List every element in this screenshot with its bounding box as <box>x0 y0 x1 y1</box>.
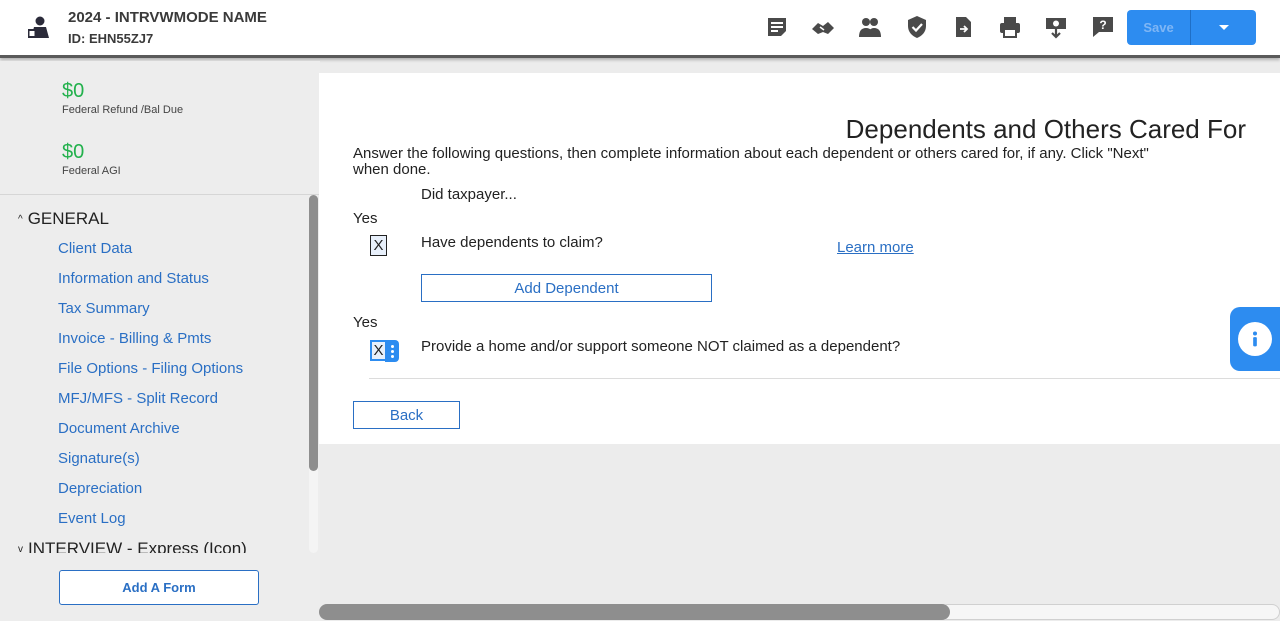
support-others-question: Provide a home and/or support someone NO… <box>421 338 901 355</box>
learn-more-link[interactable]: Learn more <box>837 239 914 256</box>
save-button[interactable]: Save <box>1127 10 1191 45</box>
handshake-icon[interactable] <box>810 14 836 40</box>
nav-section-label: GENERAL <box>27 209 109 228</box>
yes-column-label: Yes <box>353 210 378 227</box>
yes-column-label: Yes <box>353 314 378 331</box>
print-icon[interactable] <box>997 14 1023 40</box>
main-panel: Dependents and Others Cared For Answer t… <box>319 73 1280 444</box>
field-menu-icon[interactable] <box>385 340 399 362</box>
info-icon <box>1238 322 1272 356</box>
chevron-down-icon <box>1218 25 1229 30</box>
federal-refund-amount: $0 <box>62 80 85 102</box>
sidebar-scrollbar-thumb[interactable] <box>309 195 318 471</box>
app-header: 2024 - INTRVWMODE NAME ID: EHN55ZJ7 ? Sa… <box>0 0 1280 58</box>
save-dropdown-button[interactable] <box>1191 10 1256 45</box>
nav-section-label: INTERVIEW - Express (Icon) <box>28 539 247 553</box>
federal-agi-label: Federal AGI <box>62 165 121 177</box>
client-logo-icon <box>28 15 52 39</box>
divider <box>369 378 1280 379</box>
federal-agi-amount: $0 <box>62 141 85 163</box>
client-name: 2024 - INTRVWMODE NAME <box>68 9 267 26</box>
nav-section-interview[interactable]: v INTERVIEW - Express (Icon) <box>18 539 247 553</box>
dependents-question: Have dependents to claim? <box>421 234 603 251</box>
info-panel-button[interactable] <box>1230 307 1280 371</box>
sidebar-item-invoice[interactable]: Invoice - Billing & Pmts <box>58 330 211 347</box>
users-icon[interactable] <box>857 14 883 40</box>
chevron-up-icon: ^ <box>18 213 23 225</box>
refund-download-icon[interactable] <box>1043 14 1069 40</box>
add-dependent-button[interactable]: Add Dependent <box>421 274 712 302</box>
notes-icon[interactable] <box>764 14 790 40</box>
page-title: Dependents and Others Cared For <box>845 114 1246 144</box>
dependents-checkbox[interactable]: X <box>370 235 387 256</box>
instructions-text: Answer the following questions, then com… <box>353 145 1149 178</box>
sidebar-item-signatures[interactable]: Signature(s) <box>58 450 140 467</box>
back-button[interactable]: Back <box>353 401 460 429</box>
sidebar-item-information-status[interactable]: Information and Status <box>58 270 209 287</box>
nav-section-general[interactable]: ^ GENERAL <box>18 209 109 229</box>
save-button-group: Save <box>1127 10 1256 45</box>
horizontal-scrollbar-thumb[interactable] <box>319 604 950 620</box>
sidebar-item-tax-summary[interactable]: Tax Summary <box>58 300 150 317</box>
client-id: ID: EHN55ZJ7 <box>68 31 154 46</box>
refund-summary: $0 Federal Refund /Bal Due $0 Federal AG… <box>0 61 320 195</box>
help-icon[interactable]: ? <box>1090 14 1116 40</box>
sidebar-nav: ^ GENERAL Client Data Information and St… <box>0 195 310 553</box>
sidebar-item-document-archive[interactable]: Document Archive <box>58 420 180 437</box>
sidebar-item-split-record[interactable]: MFJ/MFS - Split Record <box>58 390 218 407</box>
svg-text:?: ? <box>1099 18 1106 32</box>
sidebar-item-client-data[interactable]: Client Data <box>58 240 132 257</box>
add-form-button[interactable]: Add A Form <box>59 570 259 605</box>
sidebar: $0 Federal Refund /Bal Due $0 Federal AG… <box>0 61 320 621</box>
document-export-icon[interactable] <box>951 14 977 40</box>
horizontal-scrollbar-track[interactable] <box>940 604 1280 620</box>
sidebar-item-file-options[interactable]: File Options - Filing Options <box>58 360 243 377</box>
did-taxpayer-label: Did taxpayer... <box>421 186 517 203</box>
sidebar-item-event-log[interactable]: Event Log <box>58 510 126 527</box>
shield-check-icon[interactable] <box>904 14 930 40</box>
federal-refund-label: Federal Refund /Bal Due <box>62 104 184 116</box>
sidebar-item-depreciation[interactable]: Depreciation <box>58 480 142 497</box>
chevron-down-icon: v <box>18 543 23 554</box>
